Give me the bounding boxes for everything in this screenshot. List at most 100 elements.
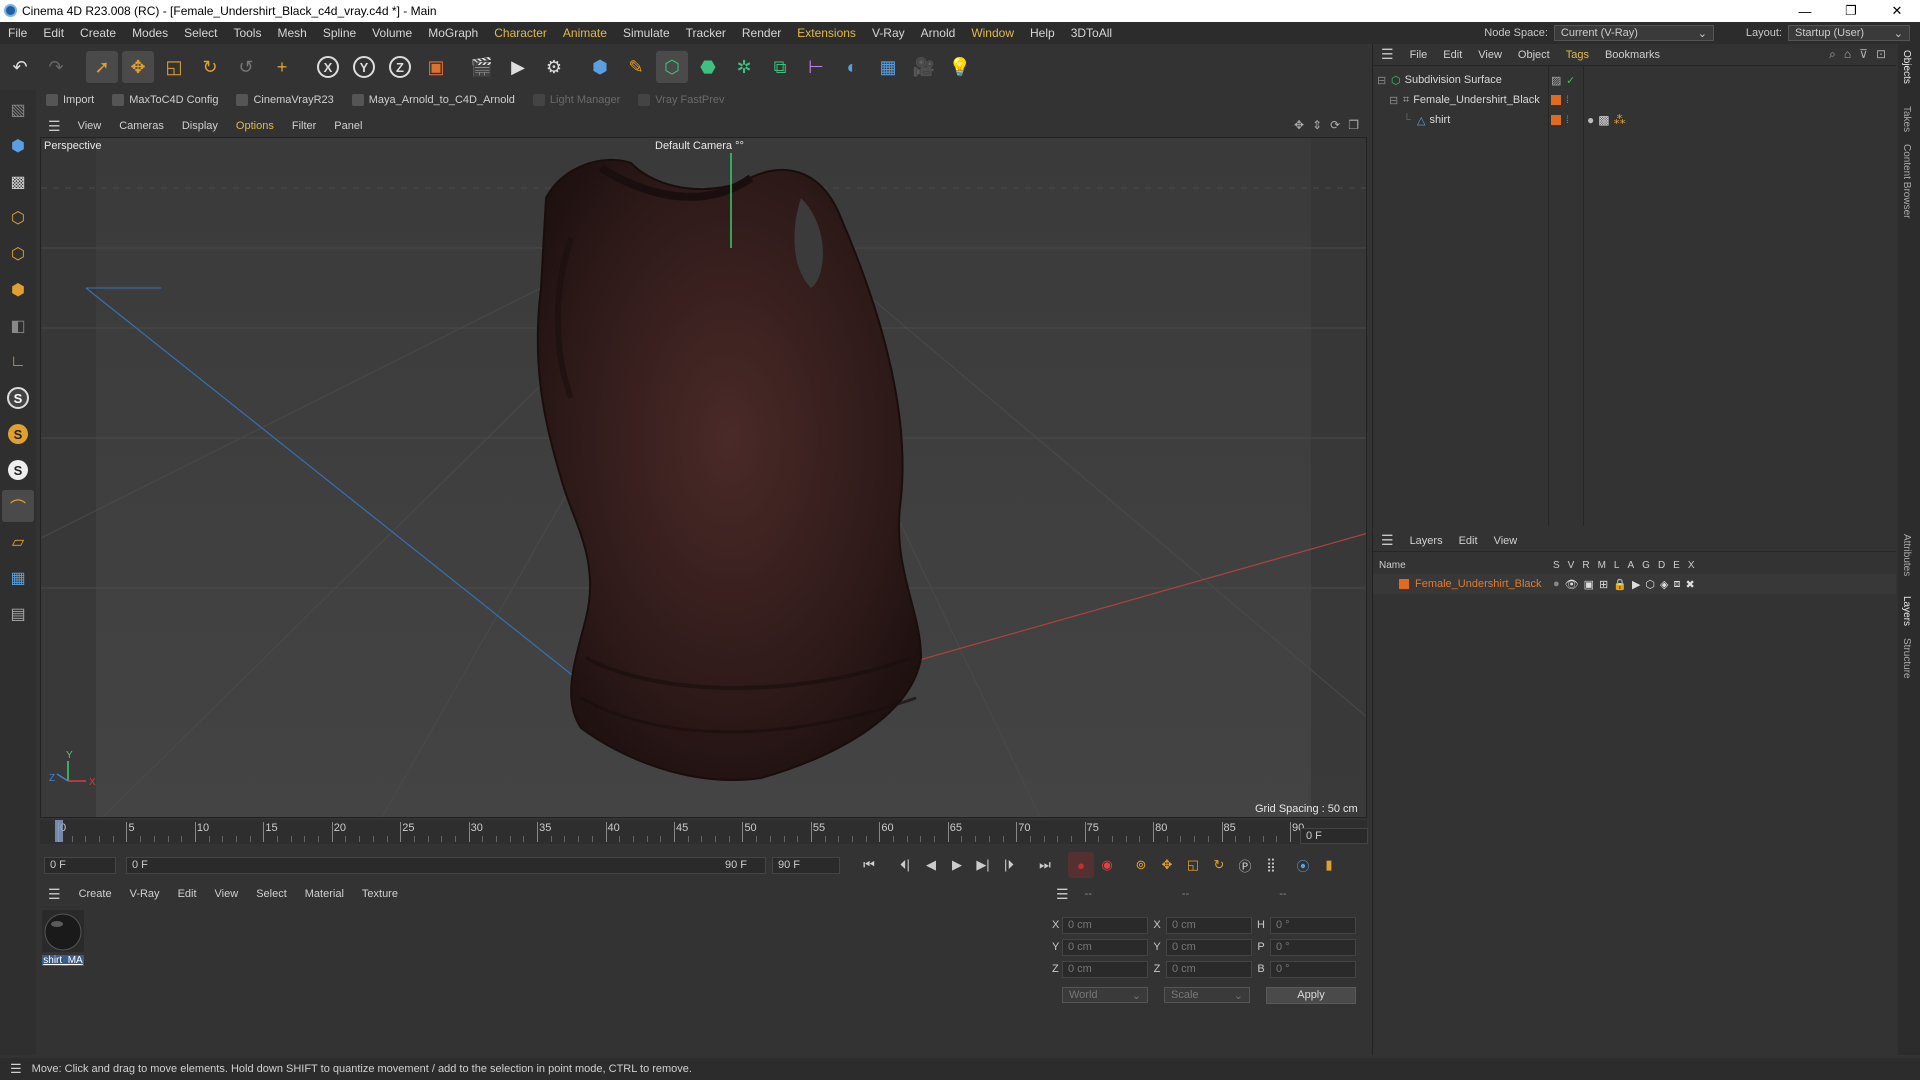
position-key-icon[interactable]: ✥: [1154, 852, 1180, 878]
layer-menu-view[interactable]: View: [1486, 535, 1526, 547]
recent-tool-icon[interactable]: ↺: [230, 51, 262, 83]
start-frame-field[interactable]: 0 F: [44, 856, 116, 874]
sculpt-icon[interactable]: S: [2, 454, 34, 486]
menu-mesh[interactable]: Mesh: [269, 26, 314, 40]
menu-help[interactable]: Help: [1022, 26, 1063, 40]
polygons-mode-icon[interactable]: ⬢: [2, 274, 34, 306]
visibility-dots-icon[interactable]: ⁞: [1566, 95, 1569, 106]
tab-structure[interactable]: Structure: [1901, 638, 1912, 679]
mograph-cloner-icon[interactable]: ✲: [728, 51, 760, 83]
plugin-import[interactable]: Import: [40, 94, 100, 106]
maximize-view-icon[interactable]: ❐: [1348, 118, 1359, 132]
tab-attributes[interactable]: Attributes: [1901, 534, 1912, 576]
menu-window[interactable]: Window: [963, 26, 1022, 40]
hamburger-icon[interactable]: ☰: [1373, 532, 1402, 549]
generator-icon[interactable]: ⬡: [1645, 578, 1655, 591]
render-settings-icon[interactable]: ⚙: [538, 51, 570, 83]
obj-menu-edit[interactable]: Edit: [1435, 49, 1470, 61]
record-keys-icon[interactable]: ●: [1068, 852, 1094, 878]
node-space-dropdown[interactable]: Current (V-Ray) ⌄: [1553, 25, 1714, 41]
obj-menu-file[interactable]: File: [1402, 49, 1436, 61]
points-mode-icon[interactable]: ⬡: [2, 202, 34, 234]
point-level-icon[interactable]: ⣿: [1258, 852, 1284, 878]
rotate-view-icon[interactable]: ⟳: [1330, 118, 1340, 132]
camera-icon[interactable]: 🎥: [908, 51, 940, 83]
plugin-maya-arnold[interactable]: Maya_Arnold_to_C4D_Arnold: [346, 94, 521, 106]
extrude-icon[interactable]: ⬣: [692, 51, 724, 83]
position-y-field[interactable]: 0 cm: [1062, 938, 1148, 956]
workplane-icon[interactable]: ▱: [2, 526, 34, 558]
rotate-icon[interactable]: ↻: [194, 51, 226, 83]
pan-view-icon[interactable]: ✥: [1294, 118, 1304, 132]
solo-icon[interactable]: ●: [1553, 578, 1560, 591]
y-axis-lock-icon[interactable]: Y: [348, 51, 380, 83]
rotation-key-icon[interactable]: ↻: [1206, 852, 1232, 878]
material-menu-edit[interactable]: Edit: [170, 888, 205, 900]
enabled-check-icon[interactable]: ✓: [1566, 74, 1575, 87]
menu-spline[interactable]: Spline: [315, 26, 364, 40]
tree-collapse-icon[interactable]: ⊟: [1389, 94, 1403, 107]
menu-mograph[interactable]: MoGraph: [420, 26, 486, 40]
magnet-icon[interactable]: ⌒: [2, 490, 34, 522]
tab-layers[interactable]: Layers: [1901, 596, 1912, 626]
menu-select[interactable]: Select: [176, 26, 225, 40]
size-x-field[interactable]: 0 cm: [1166, 916, 1252, 934]
play-icon[interactable]: ▶: [944, 852, 970, 878]
layer-color-icon[interactable]: [1399, 579, 1409, 589]
position-x-field[interactable]: 0 cm: [1062, 916, 1148, 934]
axis-mode-icon[interactable]: ∟: [2, 346, 34, 378]
maximize-button[interactable]: ❐: [1828, 0, 1874, 22]
menu-vray[interactable]: V-Ray: [864, 26, 913, 40]
position-z-field[interactable]: 0 cm: [1062, 960, 1148, 978]
hamburger-icon[interactable]: ☰: [40, 886, 69, 903]
select-cursor-icon[interactable]: ➚: [86, 51, 118, 83]
obj-menu-bookmarks[interactable]: Bookmarks: [1597, 49, 1668, 61]
goto-start-icon[interactable]: ⏮: [856, 852, 882, 878]
edit-toggle-icon[interactable]: ▨: [1551, 74, 1561, 87]
frame-range-slider[interactable]: 0 F 90 F: [126, 856, 766, 874]
render-picture-viewer-icon[interactable]: ▶: [502, 51, 534, 83]
filter-icon[interactable]: ⊽: [1859, 47, 1868, 62]
camera-label[interactable]: Default Camera °°: [655, 140, 744, 152]
menu-tracker[interactable]: Tracker: [678, 26, 734, 40]
layer-color-icon[interactable]: [1551, 95, 1561, 105]
interpolation-icon[interactable]: ⦿: [1290, 852, 1316, 878]
timeline-playhead[interactable]: [55, 820, 63, 842]
tab-objects[interactable]: Objects: [1901, 50, 1912, 84]
menu-animate[interactable]: Animate: [555, 26, 615, 40]
animation-icon[interactable]: ▶: [1632, 578, 1640, 591]
snap-icon[interactable]: S: [2, 382, 34, 414]
rotation-b-field[interactable]: 0 °: [1270, 960, 1356, 978]
make-editable-icon[interactable]: ▧: [2, 94, 34, 126]
menu-tools[interactable]: Tools: [225, 26, 269, 40]
rotation-h-field[interactable]: 0 °: [1270, 916, 1356, 934]
hamburger-icon[interactable]: ☰: [1373, 46, 1402, 63]
timeline-ruler[interactable]: 0 5 10 15 20 25 30 35 40 45 50 55 60 65 70 75 80 85 90: [40, 820, 1367, 844]
material-menu-view[interactable]: View: [207, 888, 247, 900]
pen-spline-icon[interactable]: ✎: [620, 51, 652, 83]
material-menu-select[interactable]: Select: [248, 888, 295, 900]
layer-menu-layers[interactable]: Layers: [1402, 535, 1451, 547]
layer-menu-edit[interactable]: Edit: [1451, 535, 1486, 547]
light-icon[interactable]: 💡: [944, 51, 976, 83]
snap-settings-icon[interactable]: S: [2, 418, 34, 450]
menu-volume[interactable]: Volume: [364, 26, 420, 40]
tab-takes[interactable]: Takes: [1901, 106, 1912, 132]
viewport-menu-panel[interactable]: Panel: [325, 120, 371, 132]
end-frame-field[interactable]: 90 F: [772, 856, 840, 874]
tab-content-browser[interactable]: Content Browser: [1901, 144, 1912, 218]
viewport-menu-view[interactable]: View: [69, 120, 111, 132]
hamburger-icon[interactable]: ☰: [1050, 886, 1075, 903]
prev-key-icon[interactable]: ⏴|: [892, 852, 918, 878]
coord-system-dropdown[interactable]: World ⌄: [1062, 987, 1148, 1003]
hamburger-icon[interactable]: ☰: [0, 1061, 32, 1077]
expression-icon[interactable]: ⧈: [1674, 578, 1681, 591]
material-menu-texture[interactable]: Texture: [354, 888, 406, 900]
cube-icon[interactable]: ⬢: [584, 51, 616, 83]
tree-collapse-icon[interactable]: ⊟: [1377, 74, 1391, 87]
scale-key-icon[interactable]: ◱: [1180, 852, 1206, 878]
menu-edit[interactable]: Edit: [35, 26, 72, 40]
next-key-icon[interactable]: |⏵: [996, 852, 1022, 878]
search-icon[interactable]: ⌕: [1829, 47, 1836, 62]
z-axis-lock-icon[interactable]: Z: [384, 51, 416, 83]
